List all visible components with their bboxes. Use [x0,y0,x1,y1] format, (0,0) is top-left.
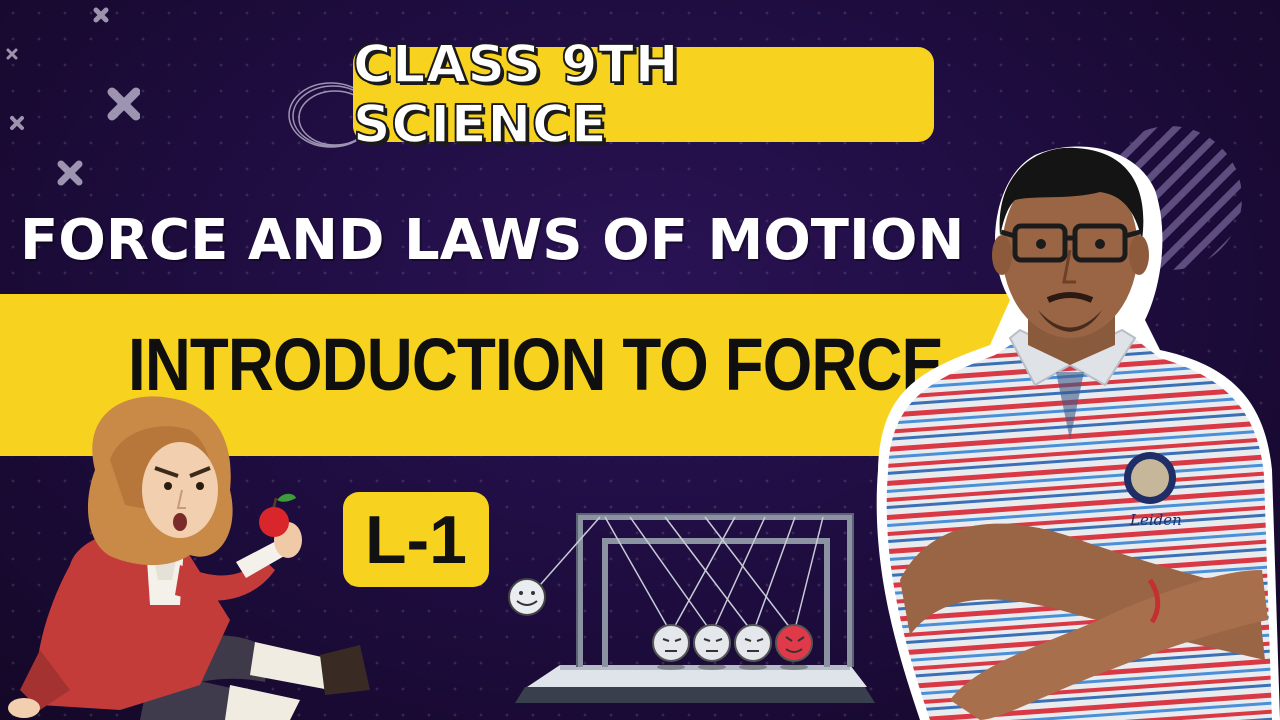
lesson-label: L-1 [365,501,467,578]
shirt-logo-text: Leiden [1129,511,1182,529]
presenter-photo: Leiden [876,146,1280,720]
class-badge-text: CLASS 9TH SCIENCE [352,34,680,156]
thumbnail-canvas: CLASS 9TH SCIENCE FORCE AND LAWS OF MOTI… [0,0,1280,720]
newton-apple-cartoon [8,396,370,720]
video-title: FORCE AND LAWS OF MOTION [20,208,965,273]
lesson-badge: L-1 [343,492,489,587]
newtons-cradle-illustration [508,513,875,703]
class-badge: CLASS 9TH SCIENCE [352,34,934,155]
cross-decoration-icon [6,7,140,186]
